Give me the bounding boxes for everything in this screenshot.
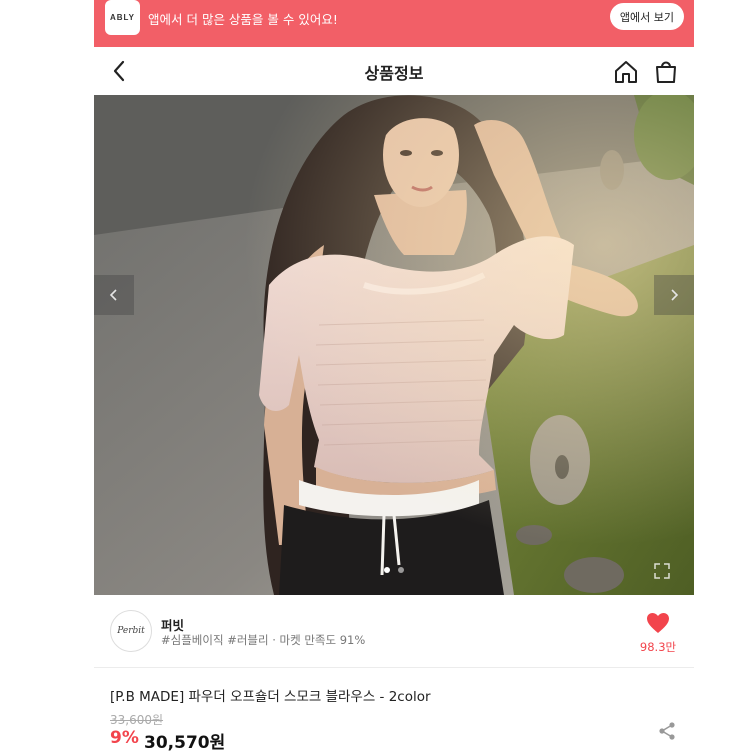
- sale-price: 30,570원: [144, 733, 226, 753]
- product-image-gallery[interactable]: [94, 95, 694, 595]
- banner-text: 앱에서 더 많은 상품을 볼 수 있어요!: [148, 12, 338, 27]
- product-name: [P.B MADE] 파우더 오프숄더 스모크 블라우스 - 2color: [110, 689, 431, 705]
- chevron-left-icon: [109, 289, 117, 301]
- header: 상품정보: [94, 47, 694, 95]
- seller-info[interactable]: Perbit 퍼빗 #심플베이직 #러블리 · 마켓 만족도 91% 98.3만: [94, 595, 694, 668]
- previous-image-button[interactable]: [94, 275, 134, 315]
- chevron-right-icon: [671, 289, 679, 301]
- ably-logo: ABLY: [105, 0, 140, 35]
- expand-image-button[interactable]: [652, 561, 672, 581]
- home-button[interactable]: [613, 59, 639, 85]
- seller-logo[interactable]: Perbit: [110, 610, 152, 652]
- app-download-banner: ABLY 앱에서 더 많은 상품을 볼 수 있어요! 앱에서 보기: [94, 0, 694, 47]
- expand-icon: [654, 563, 670, 579]
- pagination-dot[interactable]: [398, 567, 404, 573]
- home-icon: [615, 61, 637, 83]
- product-photo: [94, 95, 694, 595]
- discount-rate: 9%: [110, 728, 139, 748]
- next-image-button[interactable]: [654, 275, 694, 315]
- page-title: 상품정보: [364, 64, 424, 83]
- original-price: 33,600원: [110, 713, 164, 727]
- shopping-bag-icon: [656, 61, 676, 83]
- product-page: ABLY 앱에서 더 많은 상품을 볼 수 있어요! 앱에서 보기 상품정보 P…: [94, 0, 694, 754]
- cart-button[interactable]: [653, 59, 679, 85]
- share-icon: [659, 722, 675, 740]
- like-count: 98.3만: [639, 640, 677, 654]
- image-pagination: [94, 567, 694, 573]
- seller-tags: #심플베이직 #러블리 · 마켓 만족도 91%: [161, 633, 366, 647]
- like-button[interactable]: 98.3만: [639, 612, 677, 655]
- share-button[interactable]: [658, 721, 676, 741]
- heart-icon: [647, 613, 669, 633]
- pagination-dot-active[interactable]: [384, 567, 390, 573]
- open-app-button[interactable]: 앱에서 보기: [609, 3, 684, 30]
